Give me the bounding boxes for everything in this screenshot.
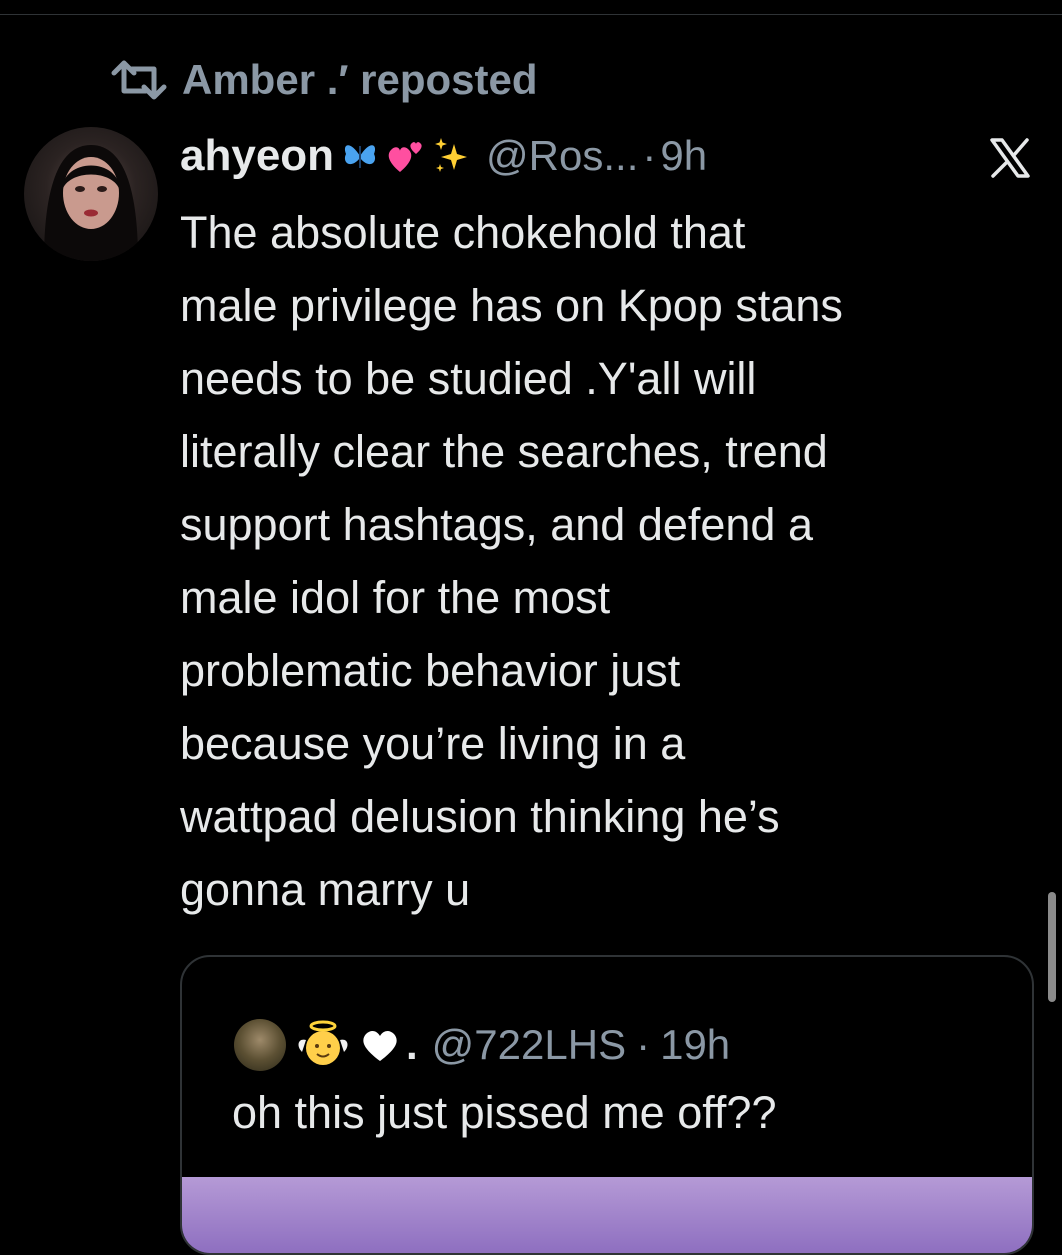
two-hearts-emoji-icon <box>388 142 422 172</box>
repost-icon <box>111 60 167 100</box>
x-logo-icon[interactable] <box>986 134 1034 182</box>
quoted-time[interactable]: 19h <box>660 1021 730 1069</box>
sparkles-emoji-icon <box>435 138 468 172</box>
top-divider <box>0 14 1062 15</box>
post-text-line: because you’re living in a <box>180 718 686 769</box>
repost-label: Amber .′ reposted <box>182 56 538 103</box>
post-time[interactable]: 9h <box>660 132 707 180</box>
quoted-name-dot: . <box>406 1021 418 1068</box>
display-name[interactable]: ahyeon <box>180 131 334 181</box>
post-text-line: literally clear the searches, trend <box>180 426 828 477</box>
butterfly-emoji-icon <box>344 145 376 168</box>
scrollbar[interactable] <box>1048 892 1056 1002</box>
post-text-line: support hashtags, and defend a <box>180 499 813 550</box>
post-text-line: male idol for the most <box>180 572 611 623</box>
post-text: The absolute chokehold that male privile… <box>180 196 1040 926</box>
quoted-post-card[interactable]: . @722LHS · 19h oh this just pissed me o… <box>180 955 1034 1255</box>
separator-dot: · <box>642 132 657 179</box>
baby-angel-emoji-icon <box>298 1020 348 1065</box>
white-heart-emoji-icon <box>363 1030 397 1061</box>
post-text-line: male privilege has on Kpop stans <box>180 280 843 331</box>
separator-dot: · <box>636 1021 651 1068</box>
quoted-post-text: oh this just pissed me off?? <box>232 1087 777 1138</box>
post-text-line: wattpad delusion thinking he’s <box>180 791 780 842</box>
post-handle[interactable]: @Ros... <box>486 132 638 180</box>
avatar[interactable] <box>24 127 158 261</box>
avatar-image <box>44 145 138 261</box>
post-text-line: gonna marry u <box>180 864 471 915</box>
post-text-line: problematic behavior just <box>180 645 681 696</box>
quoted-avatar[interactable] <box>234 1019 286 1071</box>
repost-indicator[interactable]: Amber .′ reposted <box>110 52 537 108</box>
post-text-line: needs to be studied .Y'all will <box>180 353 757 404</box>
post-header: ahyeon @Ros... · 9h <box>180 126 920 186</box>
quoted-media-image[interactable] <box>182 1177 1032 1253</box>
quoted-handle[interactable]: @722LHS <box>432 1021 626 1069</box>
post-text-line: The absolute chokehold that <box>180 207 746 258</box>
quoted-post-header: . @722LHS · 19h <box>234 1017 730 1073</box>
